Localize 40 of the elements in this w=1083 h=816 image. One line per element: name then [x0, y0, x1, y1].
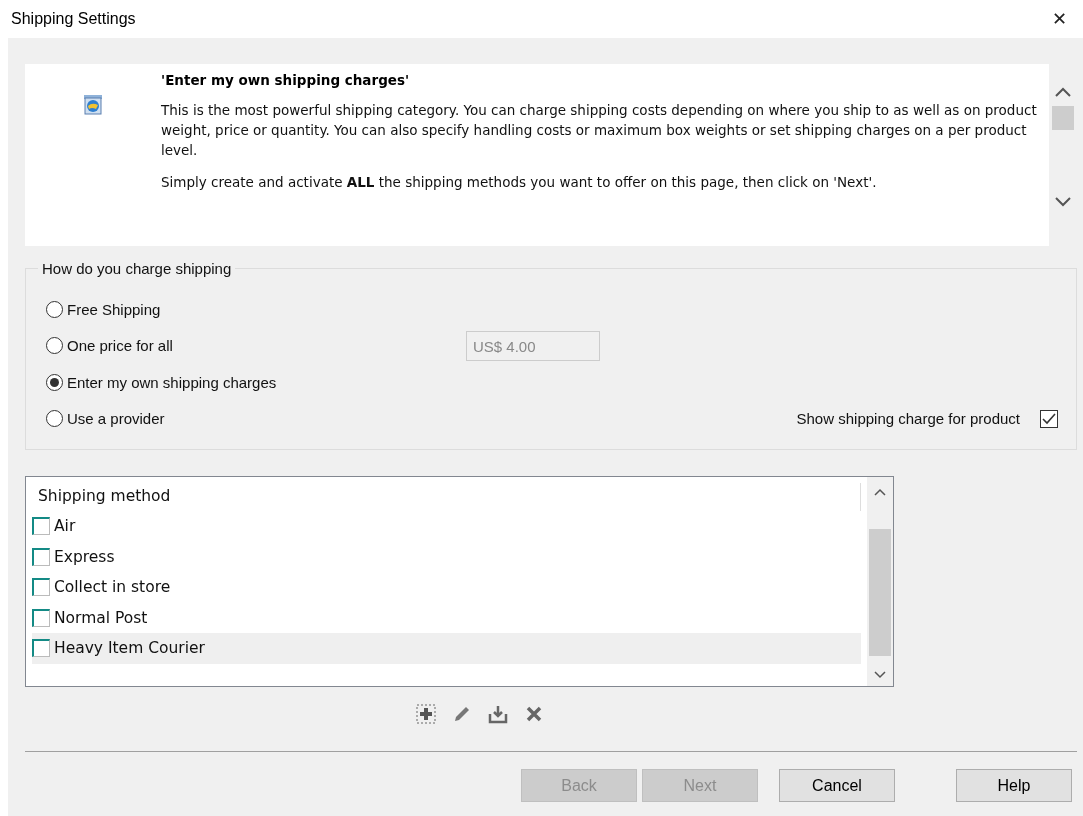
list-header: Shipping method — [32, 483, 861, 511]
method-checkbox[interactable] — [32, 517, 50, 536]
method-checkbox[interactable] — [32, 578, 50, 597]
method-label: Heavy Item Courier — [54, 639, 205, 658]
scroll-thumb[interactable] — [1052, 106, 1074, 130]
window-title: Shipping Settings — [11, 10, 136, 28]
method-label: Air — [54, 517, 76, 536]
dialog-button[interactable]: Cancel — [779, 769, 895, 802]
chevron-down-icon[interactable] — [874, 670, 886, 680]
close-button[interactable]: ✕ — [1048, 8, 1071, 30]
method-item[interactable]: Normal Post — [32, 602, 861, 633]
show-charge-label: Show shipping charge for product — [796, 410, 1020, 427]
info-paragraph: This is the most powerful shipping category. You can charge shipping costs depending on where you ship to as well as on product weight, price or quantity. You can also specify handling costs or maximum box weights or set shipping charges on a per product level. — [161, 101, 1038, 160]
radio-option[interactable]: One price for all — [46, 331, 466, 360]
chevron-up-icon[interactable] — [1054, 86, 1072, 98]
method-item[interactable]: Air — [32, 511, 861, 542]
chevron-up-icon[interactable] — [874, 487, 886, 497]
method-label: Normal Post — [54, 608, 148, 627]
dialog-button[interactable]: Help — [956, 769, 1072, 802]
method-item[interactable]: Collect in store — [32, 572, 861, 603]
method-item[interactable]: Heavy Item Courier — [32, 633, 861, 664]
method-label: Collect in store — [54, 578, 171, 597]
radio-option[interactable]: Use a provider — [46, 404, 466, 433]
chevron-down-icon[interactable] — [1054, 196, 1072, 208]
show-charge-checkbox[interactable] — [1040, 409, 1058, 428]
method-label: Express — [54, 547, 115, 566]
radio-option[interactable]: Enter my own shipping charges — [46, 368, 466, 397]
method-item[interactable]: Express — [32, 541, 861, 572]
method-checkbox[interactable] — [32, 547, 50, 566]
info-heading: 'Enter my own shipping charges' — [161, 72, 411, 88]
info-paragraph: Simply create and activate ALL the shipping methods you want to offer on this page, then click on 'Next'. — [161, 173, 878, 192]
radio-option[interactable]: Free Shipping — [46, 295, 466, 324]
group-legend: How do you charge shipping — [38, 260, 236, 277]
globe-box-icon — [82, 94, 104, 116]
tray-download-icon[interactable] — [486, 703, 509, 725]
method-checkbox[interactable] — [32, 608, 50, 627]
scroll-thumb[interactable] — [869, 529, 891, 656]
add-icon[interactable] — [414, 703, 437, 725]
method-checkbox[interactable] — [32, 639, 50, 658]
list-scrollbar[interactable] — [867, 477, 893, 686]
